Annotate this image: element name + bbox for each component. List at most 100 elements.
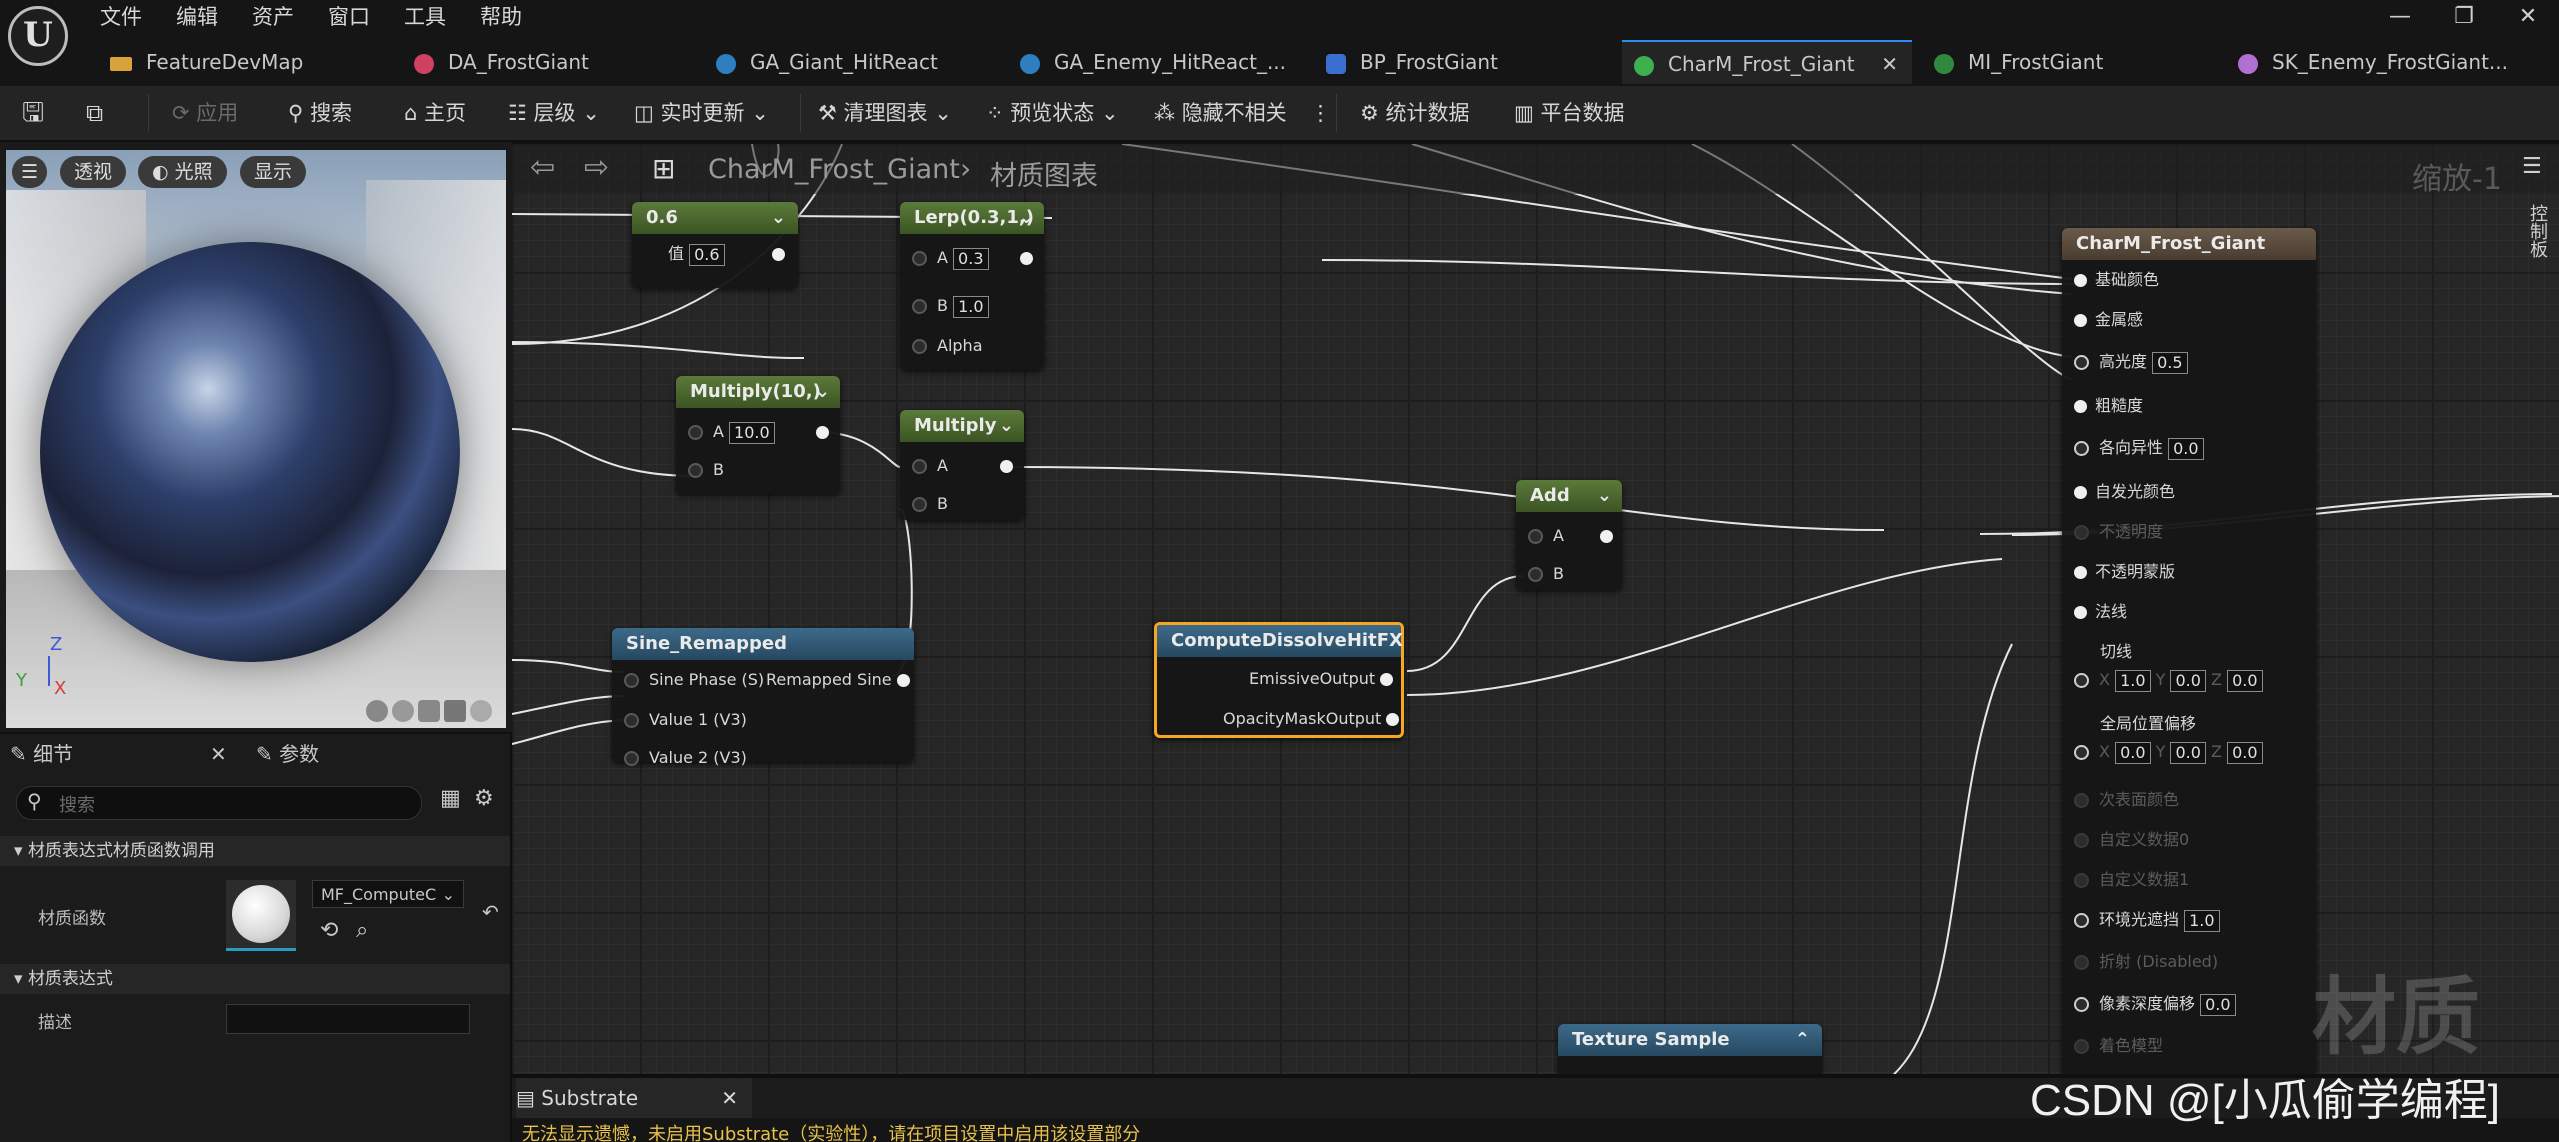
more-options-icon[interactable]: ⋮ (1310, 86, 1331, 140)
live-update-button[interactable]: ◫ 实时更新 ⌄ (634, 86, 769, 140)
menu-tools[interactable]: 工具 (404, 0, 446, 34)
value-field[interactable]: 0.0 (2115, 741, 2151, 764)
node-material-result[interactable]: CharM_Frost_Giant 基础颜色 金属感 高光度 0.5 粗糙度 各… (2062, 228, 2316, 1074)
details-search-input[interactable]: ⚲ 搜索 (16, 786, 422, 820)
tab-da-frostgiant[interactable]: DA_FrostGiant (414, 40, 694, 84)
output-pin[interactable] (1600, 530, 1613, 543)
hide-unrelated-button[interactable]: ⁂ 隐藏不相关 (1154, 86, 1287, 140)
menu-window[interactable]: 窗口 (328, 0, 370, 34)
tab-bp-frostgiant[interactable]: BP_FrostGiant (1326, 40, 1606, 84)
value-field[interactable]: 1.0 (953, 295, 989, 318)
value-field[interactable]: 0.0 (2227, 741, 2263, 764)
value-field[interactable]: 0.0 (2170, 669, 2206, 692)
maximize-icon[interactable]: ❐ (2434, 0, 2494, 34)
teapot-icon[interactable] (470, 700, 492, 722)
output-pin[interactable] (896, 674, 910, 687)
use-selected-icon[interactable]: ⟲ (320, 918, 338, 943)
sphere-icon[interactable] (392, 700, 414, 722)
menu-edit[interactable]: 编辑 (176, 0, 218, 34)
search-button[interactable]: ⚲ 搜索 (288, 86, 352, 140)
chevron-up-icon[interactable]: ⌃ (1795, 1024, 1810, 1056)
show-button[interactable]: 显示 (240, 156, 307, 188)
tab-ga-giant-hitreact[interactable]: GA_Giant_HitReact (716, 40, 1006, 84)
output-pin[interactable] (816, 426, 829, 439)
node-sine-remapped[interactable]: Sine_Remapped Sine Phase (S) Remapped Si… (612, 628, 914, 767)
node-compute-dissolve[interactable]: ComputeDissolveHitFX EmissiveOutput Opac… (1154, 622, 1404, 738)
menu-file[interactable]: 文件 (100, 0, 142, 34)
value-field[interactable]: 0.5 (2152, 351, 2188, 374)
close-icon[interactable]: ✕ (721, 1078, 738, 1118)
value-field[interactable]: 0.0 (2168, 437, 2204, 460)
perspective-button[interactable]: 透视 (60, 156, 127, 188)
tab-sk-enemy-frostgiant[interactable]: SK_Enemy_FrostGiant... (2238, 40, 2558, 84)
output-pin[interactable] (1000, 460, 1013, 473)
material-graph[interactable]: ⇦ ⇨ ⊞ CharM_Frost_Giant › 材质图表 缩放-1 ☰ 控制… (512, 144, 2559, 1074)
palette-side-tab[interactable]: 控制板 (2524, 204, 2550, 258)
section-expression[interactable]: ▾ 材质表达式 (0, 964, 510, 994)
output-pin[interactable] (1020, 252, 1033, 265)
value-field[interactable]: 0.0 (2227, 669, 2263, 692)
chevron-down-icon[interactable]: ⌄ (1019, 202, 1034, 234)
tab-substrate[interactable]: ▤ Substrate ✕ (516, 1078, 752, 1118)
lit-button[interactable]: ◐ 光照 (138, 156, 227, 188)
chevron-down-icon[interactable]: ⌄ (771, 202, 786, 234)
value-field[interactable]: 1.0 (2115, 669, 2151, 692)
chevron-down-icon[interactable]: ⌄ (999, 410, 1014, 442)
back-arrow-icon[interactable]: ⇦ (530, 150, 555, 185)
value-field[interactable]: 1.0 (2184, 909, 2220, 932)
preview-viewport[interactable] (6, 150, 506, 728)
chevron-down-icon[interactable]: ⌄ (1597, 480, 1612, 512)
node-multiply-10[interactable]: Multiply(10,) ⌄ A 10.0 B (676, 376, 840, 494)
home-button[interactable]: ⌂ 主页 (404, 86, 466, 140)
viewport-menu-icon[interactable]: ☰ (12, 156, 48, 188)
value-field[interactable]: 10.0 (729, 421, 775, 444)
palette-toggle-icon[interactable]: ☰ (2522, 154, 2542, 179)
value-field[interactable]: 0.3 (953, 247, 989, 270)
tab-featuredevmap[interactable]: FeatureDevMap (110, 40, 400, 84)
apply-button[interactable]: ⟳ 应用 (172, 86, 238, 140)
value-field[interactable]: 0.0 (2200, 993, 2236, 1016)
table-view-icon[interactable]: ▦ (440, 786, 461, 811)
tab-ga-enemy-hitreact[interactable]: GA_Enemy_HitReact_... (1020, 40, 1320, 84)
node-texture-sample[interactable]: Texture Sample ⌃ (1558, 1024, 1822, 1074)
preview-state-button[interactable]: ⁘ 预览状态 ⌄ (986, 86, 1119, 140)
value-field[interactable]: 0.0 (2170, 741, 2206, 764)
browse-icon[interactable]: ⧉ (86, 86, 103, 140)
tab-charm-frost-giant[interactable]: CharM_Frost_Giant ✕ (1622, 40, 1912, 84)
value-field[interactable]: 0.6 (689, 243, 725, 266)
hierarchy-button[interactable]: ☷ 层级 ⌄ (508, 86, 600, 140)
forward-arrow-icon[interactable]: ⇨ (584, 150, 609, 185)
tab-mi-frostgiant[interactable]: MI_FrostGiant (1934, 40, 2214, 84)
stats-button[interactable]: ⚙ 统计数据 (1360, 86, 1470, 140)
browse-asset-icon[interactable]: ⌕ (356, 918, 368, 943)
minimize-icon[interactable]: — (2370, 0, 2430, 34)
menu-assets[interactable]: 资产 (252, 0, 294, 34)
close-tab-icon[interactable]: ✕ (1881, 42, 1898, 86)
function-thumbnail[interactable] (226, 880, 296, 951)
close-window-icon[interactable]: ✕ (2498, 0, 2558, 34)
cylinder-icon[interactable] (366, 700, 388, 722)
menu-help[interactable]: 帮助 (480, 0, 522, 34)
cube-icon[interactable] (444, 700, 466, 722)
section-function-call[interactable]: ▾ 材质表达式材质函数调用 (0, 836, 510, 866)
node-lerp[interactable]: Lerp(0.3,1,) ⌄ A 0.3 B 1.0 Alpha (900, 202, 1044, 370)
tab-parameters[interactable]: ✎ 参数 (256, 734, 456, 774)
node-constant[interactable]: 0.6 ⌄ 值 0.6 (632, 202, 798, 288)
tab-details[interactable]: ✎ 细节 ✕ (10, 734, 240, 774)
close-details-icon[interactable]: ✕ (210, 734, 227, 774)
platform-stats-button[interactable]: ▥ 平台数据 (1514, 86, 1625, 140)
settings-icon[interactable]: ⚙ (474, 786, 494, 811)
save-icon[interactable]: 🖫 (22, 86, 44, 140)
output-pin[interactable] (1386, 713, 1400, 726)
node-multiply[interactable]: Multiply ⌄ A B (900, 410, 1024, 520)
preview-shape-buttons[interactable] (366, 700, 502, 724)
node-add[interactable]: Add ⌄ A B (1516, 480, 1622, 590)
reset-icon[interactable]: ↶ (482, 900, 499, 924)
output-pin[interactable] (1380, 673, 1394, 686)
chevron-down-icon[interactable]: ⌄ (815, 376, 830, 408)
unreal-logo-icon[interactable]: U (8, 6, 68, 66)
output-pin[interactable] (772, 248, 785, 261)
breadcrumb-asset[interactable]: CharM_Frost_Giant (708, 154, 960, 185)
plane-icon[interactable] (418, 700, 440, 722)
clean-graph-button[interactable]: ⚒ 清理图表 ⌄ (818, 86, 952, 140)
